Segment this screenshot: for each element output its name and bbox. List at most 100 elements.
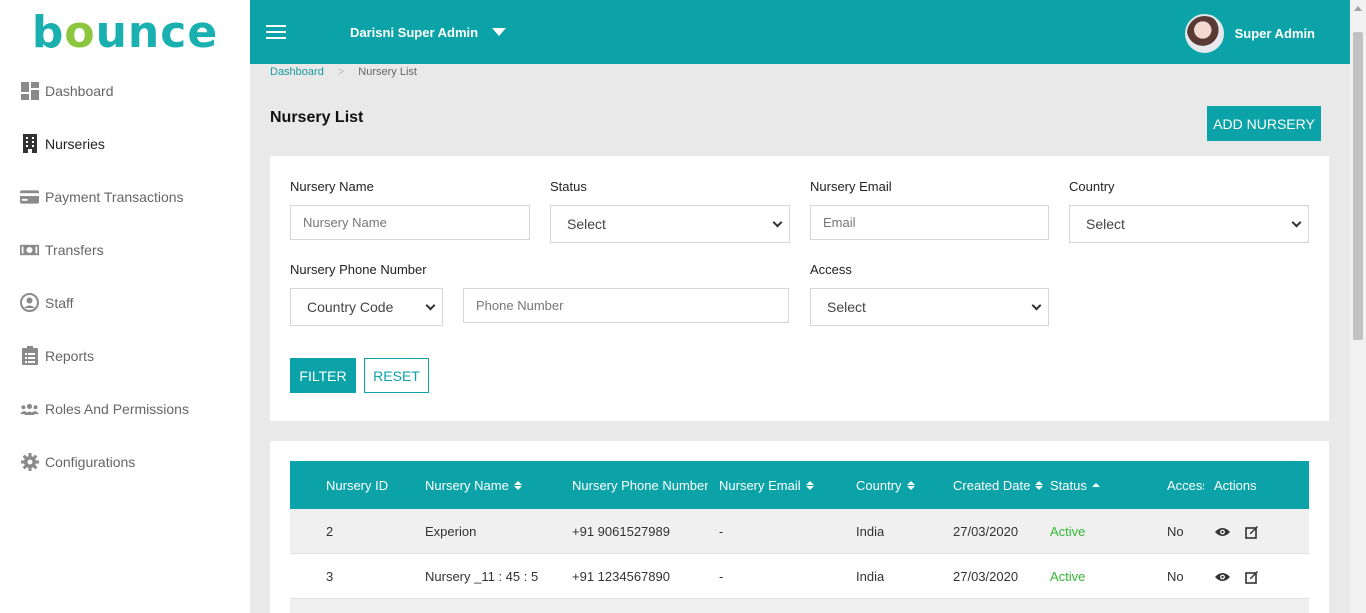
column-header-nursery-phone[interactable]: Nursery Phone Number (572, 461, 708, 509)
cell-email: - (719, 524, 724, 539)
column-header-label: Country (856, 477, 902, 493)
cell-nursery-id: 2 (326, 524, 334, 539)
cell-phone: +91 1234567890 (572, 569, 670, 584)
country-code-value: Country Code (307, 299, 394, 315)
cell-created-date: 27/03/2020 (953, 524, 1019, 539)
sidebar-item-dashboard[interactable]: Dashboard (0, 64, 250, 117)
breadcrumb-dashboard-link[interactable]: Dashboard (270, 66, 324, 78)
cell-nursery-name: Experion (425, 524, 477, 539)
sidebar-item-payment-transactions[interactable]: Payment Transactions (0, 170, 250, 223)
logo-text: bounce (31, 6, 219, 58)
view-eye-icon[interactable] (1214, 569, 1230, 585)
phone-number-placeholder: Phone Number (476, 298, 564, 313)
admin-selector-label: Darisni Super Admin (350, 24, 479, 40)
sort-icon (805, 480, 814, 490)
chevron-down-icon (1291, 217, 1302, 227)
cell-access: No (1167, 569, 1184, 584)
column-header-label: Created Date (953, 477, 1031, 493)
column-header-access[interactable]: Access (1167, 461, 1204, 509)
user-icon (20, 293, 39, 312)
sidebar-item-label: Payment Transactions (45, 188, 184, 205)
column-header-label: Status (1050, 477, 1087, 493)
column-header-nursery-email[interactable]: Nursery Email (719, 461, 849, 509)
hamburger-menu-icon[interactable] (266, 24, 286, 40)
main-content: Dashboard > Nursery List Nursery List AD… (250, 64, 1350, 613)
breadcrumb: Dashboard > Nursery List (270, 66, 417, 78)
sidebar: bounce Dashboard Nurseries Payment Trans… (0, 0, 250, 613)
cell-nursery-id: 3 (326, 569, 334, 584)
sidebar-item-roles-and-permissions[interactable]: Roles And Permissions (0, 382, 250, 435)
column-header-nursery-id[interactable]: Nursery ID (326, 461, 416, 509)
access-label: Access (810, 262, 852, 277)
filter-button[interactable]: FILTER (290, 358, 356, 393)
breadcrumb-separator-icon: > (337, 66, 345, 78)
users-icon (20, 399, 39, 418)
sidebar-item-label: Staff (45, 294, 74, 311)
scroll-up-icon[interactable] (1354, 6, 1362, 11)
dashboard-icon (20, 81, 39, 100)
admin-selector[interactable]: Darisni Super Admin (350, 24, 507, 40)
sidebar-item-label: Configurations (45, 453, 136, 470)
chevron-down-icon (772, 217, 783, 227)
table-row: 3 Nursery _11 : 45 : 5 +91 1234567890 - … (290, 554, 1309, 599)
add-nursery-button[interactable]: ADD NURSERY (1207, 106, 1321, 141)
sidebar-item-label: Dashboard (45, 82, 114, 99)
sidebar-item-transfers[interactable]: Transfers (0, 223, 250, 276)
bounce-logo[interactable]: bounce (0, 0, 250, 64)
email-input[interactable]: Email (810, 205, 1049, 240)
cell-created-date: 27/03/2020 (953, 569, 1019, 584)
breadcrumb-current: Nursery List (358, 66, 417, 78)
cell-actions (1214, 554, 1274, 599)
sidebar-item-label: Reports (45, 347, 95, 364)
sidebar-item-reports[interactable]: Reports (0, 329, 250, 382)
table-header: Nursery ID Nursery Name Nursery Phone Nu… (290, 461, 1309, 509)
status-select[interactable]: Select (550, 205, 790, 243)
column-header-actions: Actions (1214, 461, 1294, 509)
filter-panel: Nursery Name Nursery Name Status Select … (270, 156, 1329, 421)
column-header-created-date[interactable]: Created Date (953, 461, 1048, 509)
country-code-select[interactable]: Country Code (290, 288, 443, 326)
scrollbar-thumb[interactable] (1353, 32, 1363, 340)
page-title: Nursery List (270, 109, 364, 126)
edit-icon[interactable] (1244, 524, 1260, 540)
nursery-phone-label: Nursery Phone Number (290, 262, 427, 277)
sidebar-item-configurations[interactable]: Configurations (0, 435, 250, 488)
nursery-name-label: Nursery Name (290, 179, 374, 194)
cell-status: Active (1050, 524, 1086, 539)
reset-button[interactable]: RESET (364, 358, 429, 393)
email-placeholder: Email (823, 215, 856, 230)
country-select[interactable]: Select (1069, 205, 1309, 243)
view-eye-icon[interactable] (1214, 524, 1230, 540)
cell-actions (1214, 509, 1274, 554)
avatar (1184, 14, 1224, 53)
column-header-label: Nursery Name (425, 477, 509, 493)
column-header-nursery-name[interactable]: Nursery Name (425, 461, 565, 509)
column-header-label: Actions (1214, 477, 1257, 493)
nursery-name-input[interactable]: Nursery Name (290, 205, 530, 240)
sort-icon (513, 480, 522, 490)
column-header-country[interactable]: Country (856, 461, 946, 509)
chevron-down-icon (425, 300, 436, 310)
cell-email: - (719, 569, 724, 584)
cell-status: Active (1050, 569, 1086, 584)
sidebar-item-nurseries[interactable]: Nurseries (0, 117, 250, 170)
phone-number-input[interactable]: Phone Number (463, 288, 789, 323)
column-header-label: Nursery ID (326, 477, 389, 493)
edit-icon[interactable] (1244, 569, 1260, 585)
country-select-value: Select (1086, 216, 1125, 232)
user-menu[interactable]: Super Admin (1184, 14, 1315, 53)
nursery-name-placeholder: Nursery Name (303, 215, 387, 230)
column-header-status[interactable]: Status (1050, 461, 1150, 509)
status-label: Status (550, 179, 587, 194)
access-select[interactable]: Select (810, 288, 1049, 326)
table-row (290, 599, 1309, 613)
building-icon (20, 134, 39, 153)
sidebar-item-label: Roles And Permissions (45, 400, 189, 417)
user-name: Super Admin (1234, 26, 1315, 41)
page-scrollbar[interactable] (1350, 0, 1366, 613)
sidebar-nav: Dashboard Nurseries Payment Transactions… (0, 64, 250, 488)
clipboard-icon (20, 346, 39, 365)
cell-country: India (856, 569, 885, 584)
column-header-label: Access (1167, 477, 1204, 493)
sidebar-item-staff[interactable]: Staff (0, 276, 250, 329)
